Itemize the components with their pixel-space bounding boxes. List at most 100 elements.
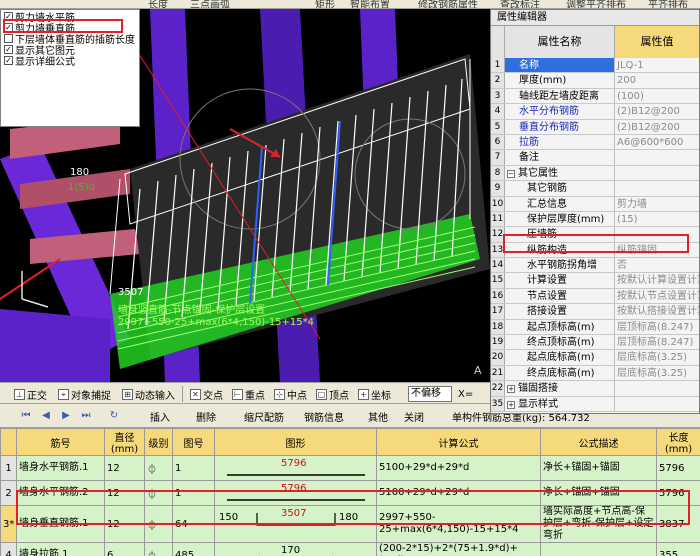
property-value[interactable]: 按默认节点设置计算 bbox=[615, 289, 699, 303]
property-row[interactable]: 17 搭接设置 按默认搭接设置计算 bbox=[491, 304, 699, 320]
property-row[interactable]: 21 终点底标高(m) 层底标高(3.25) bbox=[491, 365, 699, 382]
shape-cell[interactable]: 5796 bbox=[214, 455, 377, 481]
property-value[interactable]: (15) bbox=[615, 212, 699, 226]
last-record-icon[interactable]: ⏭ bbox=[80, 409, 92, 422]
rebar-info-button[interactable]: 钢筋信息 bbox=[304, 408, 344, 424]
vertex-snap[interactable]: □ 顶点 bbox=[316, 386, 349, 402]
property-value[interactable] bbox=[615, 181, 699, 195]
property-value[interactable]: 剪力墙 bbox=[615, 197, 699, 211]
scale-rebar-button[interactable]: 缩尺配筋 bbox=[244, 408, 284, 424]
length-cell[interactable]: 5796 bbox=[656, 455, 700, 481]
grade-cell[interactable]: ⏀ bbox=[144, 455, 173, 481]
property-row[interactable]: 7 备注 bbox=[491, 150, 699, 166]
property-value[interactable]: (100) bbox=[615, 89, 699, 103]
delete-button[interactable]: 删除 bbox=[196, 408, 216, 424]
property-row[interactable]: 1 名称 JLQ-1 bbox=[491, 58, 699, 74]
property-row[interactable]: 20 起点底标高(m) 层底标高(3.25) bbox=[491, 350, 699, 366]
property-name-text: 厚度(mm) bbox=[519, 75, 567, 87]
property-value[interactable] bbox=[615, 397, 699, 411]
property-row[interactable]: 9 其它钢筋 bbox=[491, 181, 699, 197]
row-index-cell[interactable]: 1 bbox=[0, 455, 17, 481]
description-cell[interactable]: 净长+锚固+锚固 bbox=[540, 455, 657, 481]
property-row[interactable]: 2 厚度(mm) 200 bbox=[491, 73, 699, 89]
toolbar-length-button[interactable]: 长度 bbox=[148, 0, 168, 8]
property-row[interactable]: 14 水平钢筋拐角增 否 bbox=[491, 258, 699, 274]
intersection-snap[interactable]: ✕ 交点 bbox=[190, 386, 223, 402]
midpoint-weight-snap[interactable]: ⊢ 重点 bbox=[232, 386, 265, 402]
property-value[interactable] bbox=[615, 166, 699, 180]
row-index-cell[interactable]: 3* bbox=[0, 505, 17, 543]
first-record-icon[interactable]: ⏮ bbox=[20, 409, 32, 422]
grade-cell[interactable]: ⏀ bbox=[144, 542, 173, 556]
property-value[interactable]: JLQ-1 bbox=[615, 58, 699, 72]
table-row[interactable]: 4墙身拉筋.16⏀485 170 (200-2*15)+2*(75+1.9*d)+(… bbox=[0, 542, 700, 556]
toolbar-smart-place-button[interactable]: 智能布置 bbox=[350, 0, 390, 8]
property-row[interactable]: 3 轴线距左墙皮距离 (100) bbox=[491, 88, 699, 105]
formula-cell[interactable]: 5100+29*d+29*d bbox=[376, 455, 541, 481]
property-value[interactable] bbox=[615, 150, 699, 164]
property-value[interactable]: 否 bbox=[615, 258, 699, 272]
dynamic-input-toggle[interactable]: ⊞ 动态输入 bbox=[122, 386, 175, 402]
checkbox-icon[interactable]: ✓ bbox=[4, 55, 13, 65]
figure-no-cell[interactable]: 485 bbox=[172, 542, 215, 556]
property-value[interactable]: (2)B12@200 bbox=[615, 104, 699, 118]
property-row[interactable]: 11 保护层厚度(mm) (15) bbox=[491, 211, 699, 228]
figure-no-cell[interactable]: 1 bbox=[172, 455, 215, 481]
formula-cell[interactable]: (200-2*15)+2*(75+1.9*d)+(2*d) bbox=[376, 542, 541, 556]
midpoint-snap[interactable]: ⊹ 中点 bbox=[274, 386, 307, 402]
property-row[interactable]: 35 + 显示样式 bbox=[491, 396, 699, 412]
collapse-icon[interactable]: − bbox=[507, 169, 515, 178]
checkbox-icon[interactable]: ✓ bbox=[4, 44, 13, 54]
insert-button[interactable]: 插入 bbox=[150, 408, 170, 424]
property-row[interactable]: 4 水平分布钢筋 (2)B12@200 bbox=[491, 104, 699, 120]
offset-select[interactable]: 不偏移 bbox=[408, 386, 452, 402]
coordinate-snap[interactable]: + 坐标 bbox=[358, 386, 391, 402]
bar-name-cell[interactable]: 墙身水平钢筋.1 bbox=[16, 455, 105, 481]
checkbox-icon[interactable] bbox=[4, 33, 13, 43]
bar-name-cell[interactable]: 墙身拉筋.1 bbox=[16, 542, 105, 556]
property-value[interactable]: 层底标高(3.25) bbox=[615, 350, 699, 364]
property-row[interactable]: 19 终点顶标高(m) 层顶标高(8.247) bbox=[491, 335, 699, 351]
property-value[interactable]: 按默认计算设置计算 bbox=[615, 273, 699, 287]
toolbar-rectangle-button[interactable]: 矩形 bbox=[315, 0, 335, 8]
expand-icon[interactable]: + bbox=[507, 400, 515, 409]
property-row[interactable]: 18 起点顶标高(m) 层顶标高(8.247) bbox=[491, 319, 699, 336]
length-cell[interactable]: 355 bbox=[656, 542, 700, 556]
property-row[interactable]: 10 汇总信息 剪力墙 bbox=[491, 196, 699, 212]
row-index-cell[interactable]: 2 bbox=[0, 480, 17, 506]
ortho-toggle[interactable]: ⊥ 正交 bbox=[14, 386, 47, 402]
property-row[interactable]: 15 计算设置 按默认计算设置计算 bbox=[491, 273, 699, 289]
property-row[interactable]: 16 节点设置 按默认节点设置计算 bbox=[491, 288, 699, 305]
property-value[interactable] bbox=[615, 381, 699, 395]
diameter-cell[interactable]: 6 bbox=[104, 542, 145, 556]
row-index-cell[interactable]: 4 bbox=[0, 542, 17, 556]
expand-icon[interactable]: + bbox=[507, 385, 515, 394]
property-value[interactable]: 200 bbox=[615, 73, 699, 87]
property-row[interactable]: 22 + 锚固搭接 bbox=[491, 381, 699, 397]
toolbar-align-layout-button[interactable]: 调整平齐排布 bbox=[566, 0, 626, 8]
property-row[interactable]: 8− 其它属性 bbox=[491, 165, 699, 182]
description-cell[interactable] bbox=[540, 542, 657, 556]
toolbar-flush-layout-button[interactable]: 平齐排布 bbox=[648, 0, 688, 8]
toolbar-three-point-arc-button[interactable]: 三点画弧 bbox=[190, 0, 230, 8]
prev-record-icon[interactable]: ◀ bbox=[40, 409, 52, 422]
next-record-icon[interactable]: ▶ bbox=[60, 409, 72, 422]
object-snap-toggle[interactable]: ⌖ 对象捕捉 bbox=[58, 386, 111, 402]
property-value[interactable]: 层顶标高(8.247) bbox=[615, 335, 699, 349]
property-value[interactable]: 按默认搭接设置计算 bbox=[615, 304, 699, 318]
close-button[interactable]: 关闭 bbox=[404, 408, 424, 424]
property-value[interactable]: 层底标高(3.25) bbox=[615, 366, 699, 380]
table-row[interactable]: 1 墙身水平钢筋.1 12 ⏀ 1 5796 5100+29*d+29*d 净长+锚固+锚固 5… bbox=[0, 455, 700, 481]
property-value[interactable]: 层顶标高(8.247) bbox=[615, 320, 699, 334]
property-value[interactable]: (2)B12@200 bbox=[615, 120, 699, 134]
property-value[interactable]: A6@600*600 bbox=[615, 135, 699, 149]
toolbar-modify-rebar-button[interactable]: 修改钢筋属性 bbox=[418, 0, 478, 8]
shape-cell[interactable]: 170 bbox=[214, 542, 377, 556]
other-button[interactable]: 其他 bbox=[368, 408, 388, 424]
property-row[interactable]: 5 垂直分布钢筋 (2)B12@200 bbox=[491, 119, 699, 135]
diameter-cell[interactable]: 12 bbox=[104, 455, 145, 481]
check-show-detail-formula[interactable]: ✓ 显示详细公式 bbox=[4, 54, 75, 68]
property-row[interactable]: 6 拉筋 A6@600*600 bbox=[491, 134, 699, 151]
toolbar-check-annotation-button[interactable]: 查改标注 bbox=[500, 0, 540, 8]
refresh-icon[interactable]: ↻ bbox=[108, 409, 120, 422]
